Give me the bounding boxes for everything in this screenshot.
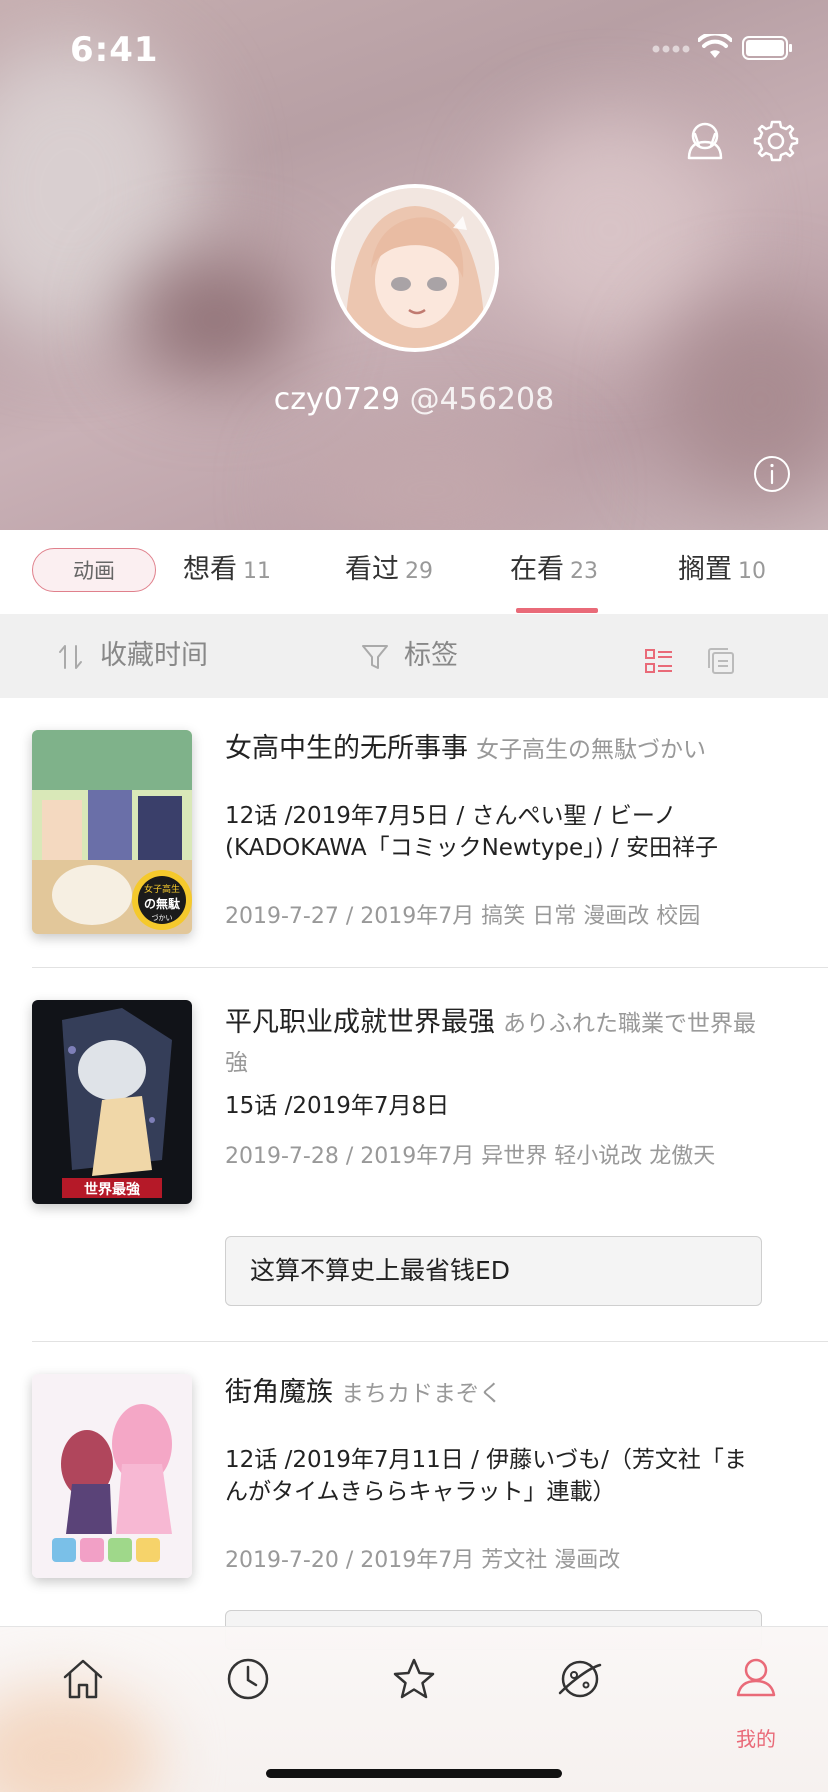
tab-watching[interactable]: 在看 23 <box>510 548 598 592</box>
list-divider <box>32 1341 828 1342</box>
cover-image[interactable] <box>32 1374 192 1578</box>
star-icon <box>393 1658 435 1699</box>
background-blur <box>130 260 300 380</box>
wifi-icon <box>698 34 732 58</box>
clock-icon <box>227 1658 269 1700</box>
home-indicator <box>266 1769 562 1778</box>
tab-count: 23 <box>570 559 598 584</box>
user-icon <box>736 1658 776 1697</box>
tag-filter-button[interactable]: 标签 <box>360 636 458 676</box>
tab-on-hold[interactable]: 搁置 10 <box>678 548 766 592</box>
item-tags: 2019-7-20 / 2019年7月 芳文社 漫画改 <box>225 1548 621 1573</box>
app-root: 6:41 czy0729 @456208 动画 想看 11 看过 29 在看 2… <box>0 0 828 1792</box>
cover-text: 女子高生 <box>144 883 180 895</box>
sort-label: 收藏时间 <box>100 640 208 671</box>
tag-filter-label: 标签 <box>404 640 458 671</box>
title-cn: 平凡职业成就世界最强 <box>225 1007 495 1038</box>
cover-image[interactable]: 世界最強 <box>32 1000 192 1204</box>
filter-bar: 收藏时间 标签 <box>0 614 828 698</box>
cellular-signal-icon <box>652 45 690 53</box>
tab-count: 10 <box>738 559 766 584</box>
collection-tabs: 动画 想看 11 看过 29 在看 23 搁置 10 <box>0 530 828 615</box>
item-comment[interactable]: 这算不算史上最省钱ED <box>225 1236 762 1306</box>
grid-view-icon <box>708 647 734 674</box>
cover-text: 世界最強 <box>84 1181 140 1198</box>
title-jp: 女子高生の無駄づかい <box>476 737 706 763</box>
item-meta: 12话 /2019年7月5日 / さんぺい聖 / ビーノ (KADOKAWA「コ… <box>225 803 718 861</box>
item-tags: 2019-7-27 / 2019年7月 搞笑 日常 漫画改 校园 <box>225 904 701 929</box>
planet-icon <box>558 1660 602 1698</box>
sort-button[interactable]: 收藏时间 <box>56 636 208 676</box>
status-bar: 6:41 <box>0 0 828 100</box>
item-title[interactable]: 街角魔族 まちカドまぞく <box>225 1374 765 1413</box>
active-tab-indicator <box>516 608 598 613</box>
title-cn: 女高中生的无所事事 <box>225 733 468 764</box>
title-cn: 街角魔族 <box>225 1377 333 1408</box>
cover-text: づかい <box>152 913 173 922</box>
item-tags: 2019-7-28 / 2019年7月 异世界 轻小说改 龙傲天 <box>225 1144 716 1169</box>
character-icon[interactable] <box>680 116 730 166</box>
cover-text: の無駄 <box>144 896 181 911</box>
tab-want[interactable]: 想看 11 <box>183 548 271 592</box>
status-time: 6:41 <box>70 30 159 70</box>
home-icon <box>63 1659 103 1699</box>
info-icon[interactable] <box>752 454 802 504</box>
category-chip[interactable]: 动画 <box>32 548 156 592</box>
tab-label: 在看 <box>510 554 564 585</box>
tab-count: 29 <box>405 559 433 584</box>
sort-icon <box>59 644 82 669</box>
tab-favorites[interactable] <box>374 1655 454 1745</box>
avatar[interactable] <box>331 184 499 352</box>
tab-label: 搁置 <box>678 554 732 585</box>
tab-label: 看过 <box>345 554 399 585</box>
cover-image[interactable]: 女子高生 の無駄 づかい <box>32 730 192 934</box>
filter-icon <box>362 644 388 669</box>
item-title[interactable]: 女高中生的无所事事 女子高生の無駄づかい <box>225 730 765 769</box>
profile-header: 6:41 czy0729 @456208 <box>0 0 828 530</box>
battery-icon <box>742 36 792 60</box>
list-view-button[interactable] <box>644 640 688 680</box>
grid-view-button[interactable] <box>706 640 750 680</box>
tab-watched[interactable]: 看过 29 <box>345 548 433 592</box>
profile-name: czy0729 <box>273 382 401 417</box>
title-jp: まちカドまぞく <box>341 1381 502 1407</box>
tab-mine-label: 我的 <box>736 1727 776 1751</box>
list-view-icon <box>645 648 672 673</box>
tab-count: 11 <box>243 559 271 584</box>
tab-home[interactable] <box>43 1655 123 1745</box>
item-meta: 15话 /2019年7月8日 <box>225 1093 450 1119</box>
bottom-tab-bar: 我的 <box>0 1626 828 1792</box>
tab-discover[interactable] <box>540 1655 620 1745</box>
profile-username: czy0729 @456208 <box>0 382 828 417</box>
background-blur <box>300 430 560 530</box>
item-title[interactable]: 平凡职业成就世界最强 ありふれた職業で世界最強 <box>225 1004 765 1082</box>
list-divider <box>32 967 828 968</box>
profile-handle: @456208 <box>409 382 555 417</box>
settings-gear-icon[interactable] <box>751 116 801 166</box>
item-meta: 12话 /2019年7月11日 / 伊藤いづも/（芳文社「まんがタイムきららキャ… <box>225 1447 747 1505</box>
tab-label: 想看 <box>183 554 237 585</box>
tab-timeline[interactable] <box>208 1655 288 1745</box>
